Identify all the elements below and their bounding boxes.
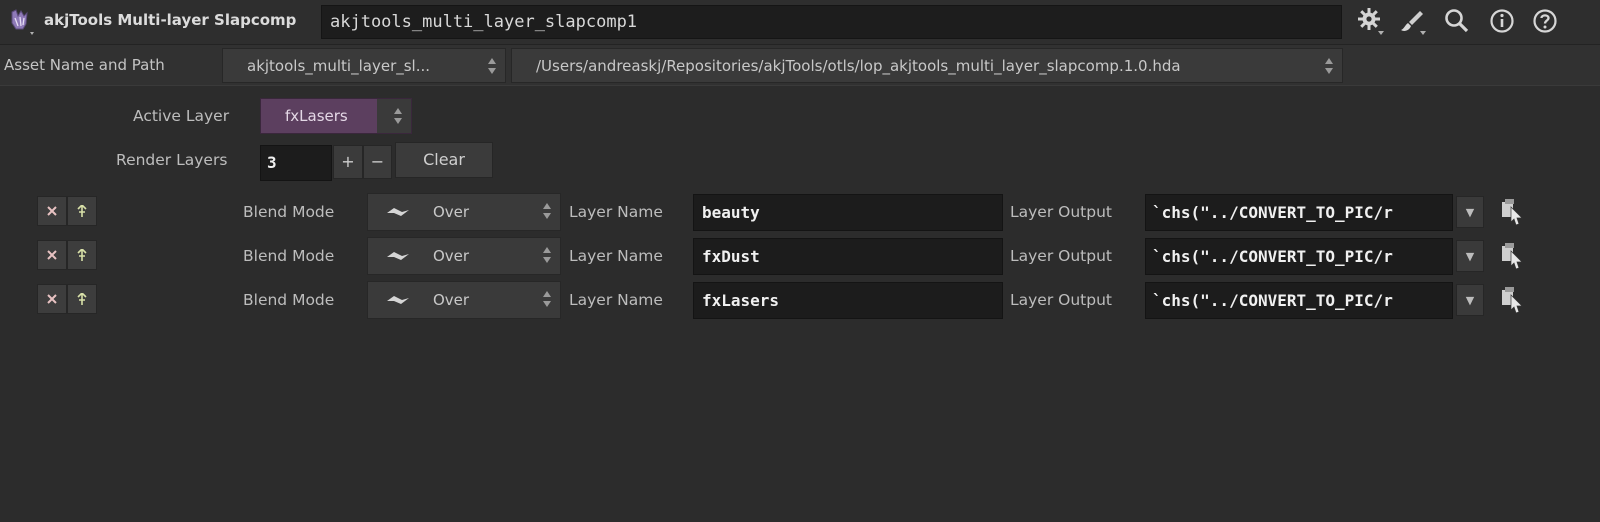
active-layer-value: fxLasers [285, 107, 348, 125]
add-layer-button[interactable]: + [333, 145, 363, 179]
blend-mode-label: Blend Mode [243, 247, 335, 265]
remove-layer-icon[interactable] [37, 196, 67, 226]
blend-mode-dropdown[interactable]: Over [367, 281, 561, 319]
blend-mode-dropdown[interactable]: Over [367, 237, 561, 275]
search-icon[interactable] [1442, 6, 1472, 36]
layer-output-label: Layer Output [1010, 291, 1112, 309]
remove-layer-icon[interactable] [37, 284, 67, 314]
asset-name-dropdown[interactable]: akjtools_multi_layer_sl... [222, 48, 506, 83]
clear-layers-button[interactable]: Clear [395, 142, 493, 178]
insert-layer-icon[interactable] [67, 284, 97, 314]
blend-mode-value: Over [433, 203, 470, 221]
layer-row-controls [37, 196, 97, 228]
layer-name-label: Layer Name [569, 203, 663, 221]
blend-mode-value: Over [433, 247, 470, 265]
remove-layer-button[interactable]: − [363, 145, 392, 179]
insert-layer-icon[interactable] [67, 240, 97, 270]
blend-mode-icon [387, 252, 409, 260]
remove-layer-icon[interactable] [37, 240, 67, 270]
blend-mode-label: Blend Mode [243, 291, 335, 309]
layer-name-input[interactable]: fxDust [693, 238, 1003, 275]
active-layer-label: Active Layer [133, 107, 230, 125]
updown-arrows-icon [488, 58, 496, 74]
render-layers-label: Render Layers [116, 151, 228, 169]
layer-name-label: Layer Name [569, 291, 663, 309]
updown-arrows-icon [543, 247, 551, 263]
render-layers-count-input[interactable]: 3 [260, 145, 332, 181]
layer-row-controls [37, 240, 97, 272]
node-name-input[interactable]: akjtools_multi_layer_slapcomp1 [321, 5, 1342, 39]
blend-mode-value: Over [433, 291, 470, 309]
asset-name-path-label: Asset Name and Path [4, 56, 165, 74]
brush-icon[interactable] [1398, 6, 1428, 36]
node-pick-icon[interactable] [1498, 286, 1526, 316]
layer-output-input[interactable]: `chs("../CONVERT_TO_PIC/r [1145, 194, 1453, 231]
layer-output-dropdown-icon[interactable]: ▼ [1456, 196, 1484, 228]
layer-name-input[interactable]: fxLasers [693, 282, 1003, 319]
insert-layer-icon[interactable] [67, 196, 97, 226]
layer-output-dropdown-icon[interactable]: ▼ [1456, 240, 1484, 272]
updown-arrows-icon [1325, 58, 1333, 74]
asset-path-dropdown[interactable]: /Users/andreaskj/Repositories/akjTools/o… [511, 48, 1343, 83]
layer-output-input[interactable]: `chs("../CONVERT_TO_PIC/r [1145, 282, 1453, 319]
layer-output-dropdown-icon[interactable]: ▼ [1456, 284, 1484, 316]
layer-name-input[interactable]: beauty [693, 194, 1003, 231]
blend-mode-label: Blend Mode [243, 203, 335, 221]
blend-mode-icon [387, 208, 409, 216]
blend-mode-dropdown[interactable]: Over [367, 193, 561, 231]
updown-arrows-icon [543, 203, 551, 219]
blend-mode-icon [387, 296, 409, 304]
node-type-icon[interactable] [6, 8, 34, 36]
layer-output-label: Layer Output [1010, 247, 1112, 265]
node-pick-icon[interactable] [1498, 242, 1526, 272]
layer-name-label: Layer Name [569, 247, 663, 265]
info-icon[interactable] [1487, 6, 1517, 36]
layer-output-input[interactable]: `chs("../CONVERT_TO_PIC/r [1145, 238, 1453, 275]
gear-icon[interactable] [1356, 6, 1386, 36]
layer-output-label: Layer Output [1010, 203, 1112, 221]
layer-row-controls [37, 284, 97, 316]
updown-arrows-icon [394, 108, 402, 124]
active-layer-dropdown[interactable]: fxLasers [260, 98, 412, 134]
updown-arrows-icon [543, 291, 551, 307]
asset-path-value: /Users/andreaskj/Repositories/akjTools/o… [536, 57, 1181, 75]
asset-name-value: akjtools_multi_layer_sl... [247, 57, 431, 75]
node-type-label: akjTools Multi-layer Slapcomp [44, 11, 297, 29]
node-pick-icon[interactable] [1498, 198, 1526, 228]
help-icon[interactable] [1530, 6, 1560, 36]
